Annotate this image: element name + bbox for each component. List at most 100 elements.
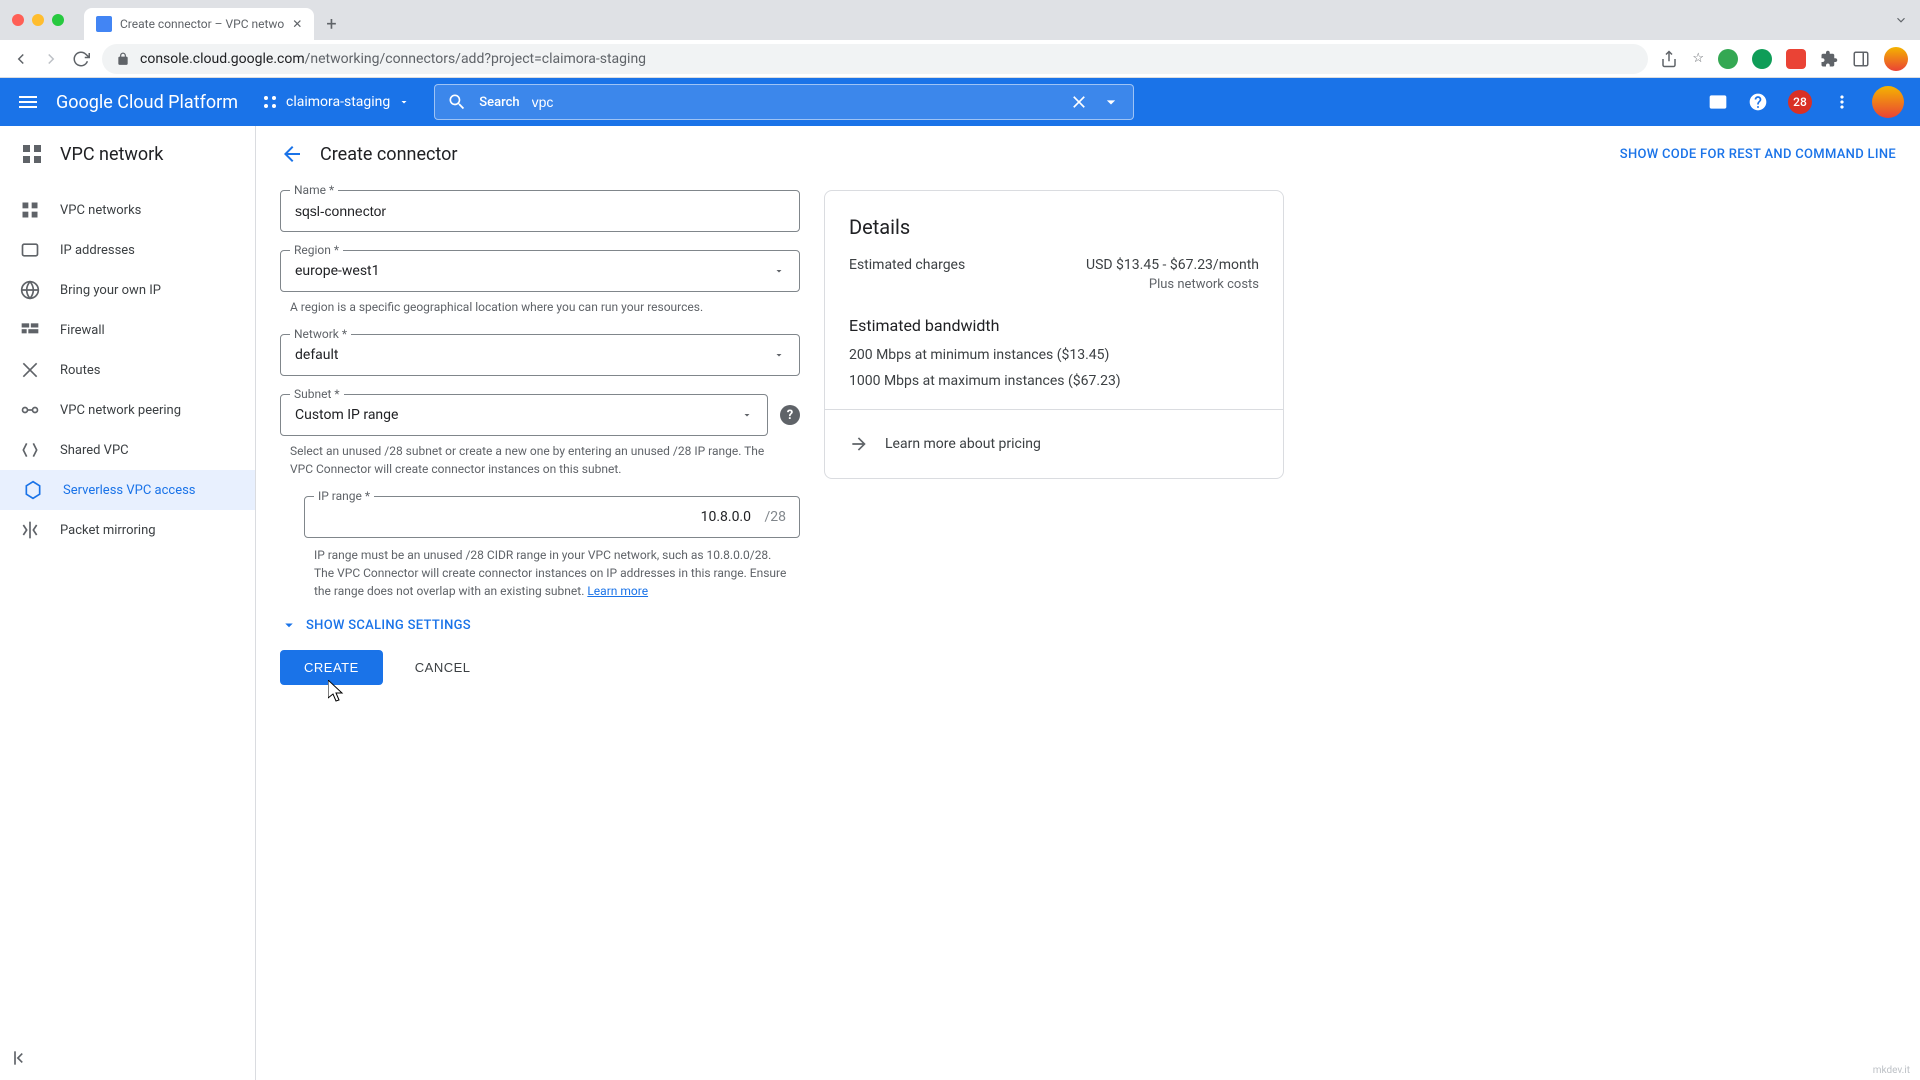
more-menu-icon[interactable] bbox=[1832, 92, 1852, 112]
tab-title: Create connector – VPC netwo bbox=[120, 17, 284, 31]
charges-label: Estimated charges bbox=[849, 257, 965, 273]
ip-range-helper: IP range must be an unused /28 CIDR rang… bbox=[304, 546, 800, 600]
sidebar-item-routes[interactable]: Routes bbox=[0, 350, 255, 390]
project-icon bbox=[262, 94, 278, 110]
sidebar-item-peering[interactable]: VPC network peering bbox=[0, 390, 255, 430]
help-icon[interactable] bbox=[1748, 92, 1768, 112]
sidebar-item-ip-addresses[interactable]: IP addresses bbox=[0, 230, 255, 270]
sidebar-item-shared-vpc[interactable]: Shared VPC bbox=[0, 430, 255, 470]
subnet-label: Subnet * bbox=[290, 387, 344, 401]
network-select[interactable]: default bbox=[280, 334, 800, 376]
bandwidth-title: Estimated bandwidth bbox=[849, 316, 1259, 335]
nav-forward-button[interactable] bbox=[42, 50, 60, 68]
extensions-icon[interactable] bbox=[1820, 50, 1838, 68]
learn-more-pricing-link[interactable]: Learn more about pricing bbox=[849, 430, 1259, 454]
routes-icon bbox=[20, 360, 40, 380]
search-bar[interactable]: Search bbox=[434, 84, 1134, 120]
show-code-link[interactable]: SHOW CODE FOR REST AND COMMAND LINE bbox=[1620, 147, 1896, 162]
subnet-help-icon[interactable]: ? bbox=[780, 405, 800, 425]
sidebar-item-firewall[interactable]: Firewall bbox=[0, 310, 255, 350]
extension-3-icon[interactable] bbox=[1786, 49, 1806, 69]
watermark: mkdev.it bbox=[1873, 1065, 1910, 1076]
window-close-button[interactable] bbox=[12, 14, 24, 26]
account-avatar[interactable] bbox=[1872, 86, 1904, 118]
page-title: Create connector bbox=[320, 144, 458, 165]
gcp-logo[interactable]: Google Cloud Platform bbox=[56, 92, 238, 113]
nav-reload-button[interactable] bbox=[72, 50, 90, 68]
scaling-settings-toggle[interactable]: SHOW SCALING SETTINGS bbox=[280, 616, 800, 634]
sidebar-item-label: VPC network peering bbox=[60, 403, 181, 418]
sidebar-item-packet-mirroring[interactable]: Packet mirroring bbox=[0, 510, 255, 550]
window-maximize-button[interactable] bbox=[52, 14, 64, 26]
bookmark-icon[interactable]: ☆ bbox=[1692, 51, 1704, 66]
browser-tab[interactable]: Create connector – VPC netwo ✕ bbox=[84, 8, 314, 40]
shared-icon bbox=[20, 440, 40, 460]
name-field: Name * bbox=[280, 190, 800, 232]
menu-button[interactable] bbox=[16, 90, 40, 114]
create-button[interactable]: CREATE bbox=[280, 650, 383, 685]
address-bar[interactable]: console.cloud.google.com/networking/conn… bbox=[102, 44, 1648, 74]
tab-overflow-icon[interactable] bbox=[1894, 13, 1908, 27]
region-helper: A region is a specific geographical loca… bbox=[280, 298, 800, 316]
back-button[interactable] bbox=[280, 142, 304, 166]
name-label: Name * bbox=[290, 183, 338, 197]
region-field: Region * europe-west1 A region is a spec… bbox=[280, 250, 800, 316]
mirroring-icon bbox=[20, 520, 40, 540]
chevron-down-icon bbox=[773, 349, 785, 361]
scaling-toggle-label: SHOW SCALING SETTINGS bbox=[306, 618, 471, 633]
cancel-button[interactable]: CANCEL bbox=[399, 650, 487, 685]
sidebar-title: VPC network bbox=[60, 144, 163, 165]
ip-range-field: IP range * /28 bbox=[304, 496, 800, 538]
gcp-header: Google Cloud Platform claimora-staging S… bbox=[0, 78, 1920, 126]
window-minimize-button[interactable] bbox=[32, 14, 44, 26]
sidebar-item-bring-your-own-ip[interactable]: Bring your own IP bbox=[0, 270, 255, 310]
sidebar-item-vpc-networks[interactable]: VPC networks bbox=[0, 190, 255, 230]
serverless-icon bbox=[23, 480, 43, 500]
chevron-down-icon bbox=[773, 265, 785, 277]
sidebar-header: VPC network bbox=[0, 126, 255, 182]
subnet-select[interactable]: Custom IP range bbox=[280, 394, 768, 436]
search-dropdown-icon[interactable] bbox=[1101, 92, 1121, 112]
side-panel-icon[interactable] bbox=[1852, 50, 1870, 68]
browser-tab-bar: Create connector – VPC netwo ✕ + bbox=[0, 0, 1920, 40]
notification-badge[interactable]: 28 bbox=[1788, 90, 1812, 114]
vpc-network-icon bbox=[20, 142, 44, 166]
nav-back-button[interactable] bbox=[12, 50, 30, 68]
estimated-charges-row: Estimated charges USD $13.45 - $67.23/mo… bbox=[849, 257, 1259, 273]
content-header: Create connector SHOW CODE FOR REST AND … bbox=[256, 126, 1920, 182]
details-card: Details Estimated charges USD $13.45 - $… bbox=[824, 190, 1284, 479]
charges-sub: Plus network costs bbox=[849, 277, 1259, 292]
new-tab-button[interactable]: + bbox=[326, 14, 336, 35]
name-input[interactable] bbox=[280, 190, 800, 232]
project-selector[interactable]: claimora-staging bbox=[262, 94, 410, 110]
cloud-shell-icon[interactable] bbox=[1708, 92, 1728, 112]
search-clear-icon[interactable] bbox=[1069, 92, 1089, 112]
subnet-helper: Select an unused /28 subnet or create a … bbox=[280, 442, 800, 478]
profile-avatar-icon[interactable] bbox=[1884, 47, 1908, 71]
sidebar-item-label: IP addresses bbox=[60, 243, 135, 258]
chevron-down-icon bbox=[398, 96, 410, 108]
sidebar-item-serverless-vpc[interactable]: Serverless VPC access bbox=[0, 470, 255, 510]
tab-close-icon[interactable]: ✕ bbox=[292, 17, 302, 31]
network-label: Network * bbox=[290, 327, 351, 341]
ip-range-input[interactable] bbox=[304, 496, 800, 538]
bandwidth-max: 1000 Mbps at maximum instances ($67.23) bbox=[849, 373, 1259, 389]
globe-icon bbox=[20, 280, 40, 300]
share-icon[interactable] bbox=[1660, 50, 1678, 68]
ip-range-learn-more-link[interactable]: Learn more bbox=[587, 584, 648, 598]
sidebar-item-label: Serverless VPC access bbox=[63, 483, 196, 498]
window-controls bbox=[12, 14, 64, 26]
subnet-field: Subnet * Custom IP range ? Select an unu… bbox=[280, 394, 800, 478]
region-select[interactable]: europe-west1 bbox=[280, 250, 800, 292]
sidebar: VPC network VPC networks IP addresses Br… bbox=[0, 126, 256, 1080]
sidebar-collapse-button[interactable] bbox=[0, 1036, 255, 1080]
networks-icon bbox=[20, 200, 40, 220]
search-input[interactable] bbox=[532, 94, 1058, 110]
url-text: console.cloud.google.com/networking/conn… bbox=[140, 51, 646, 67]
sidebar-item-label: Packet mirroring bbox=[60, 523, 156, 538]
extension-2-icon[interactable] bbox=[1752, 49, 1772, 69]
tab-favicon-icon bbox=[96, 16, 112, 32]
ip-icon bbox=[20, 240, 40, 260]
ip-range-suffix: /28 bbox=[764, 509, 786, 525]
extension-1-icon[interactable] bbox=[1718, 49, 1738, 69]
